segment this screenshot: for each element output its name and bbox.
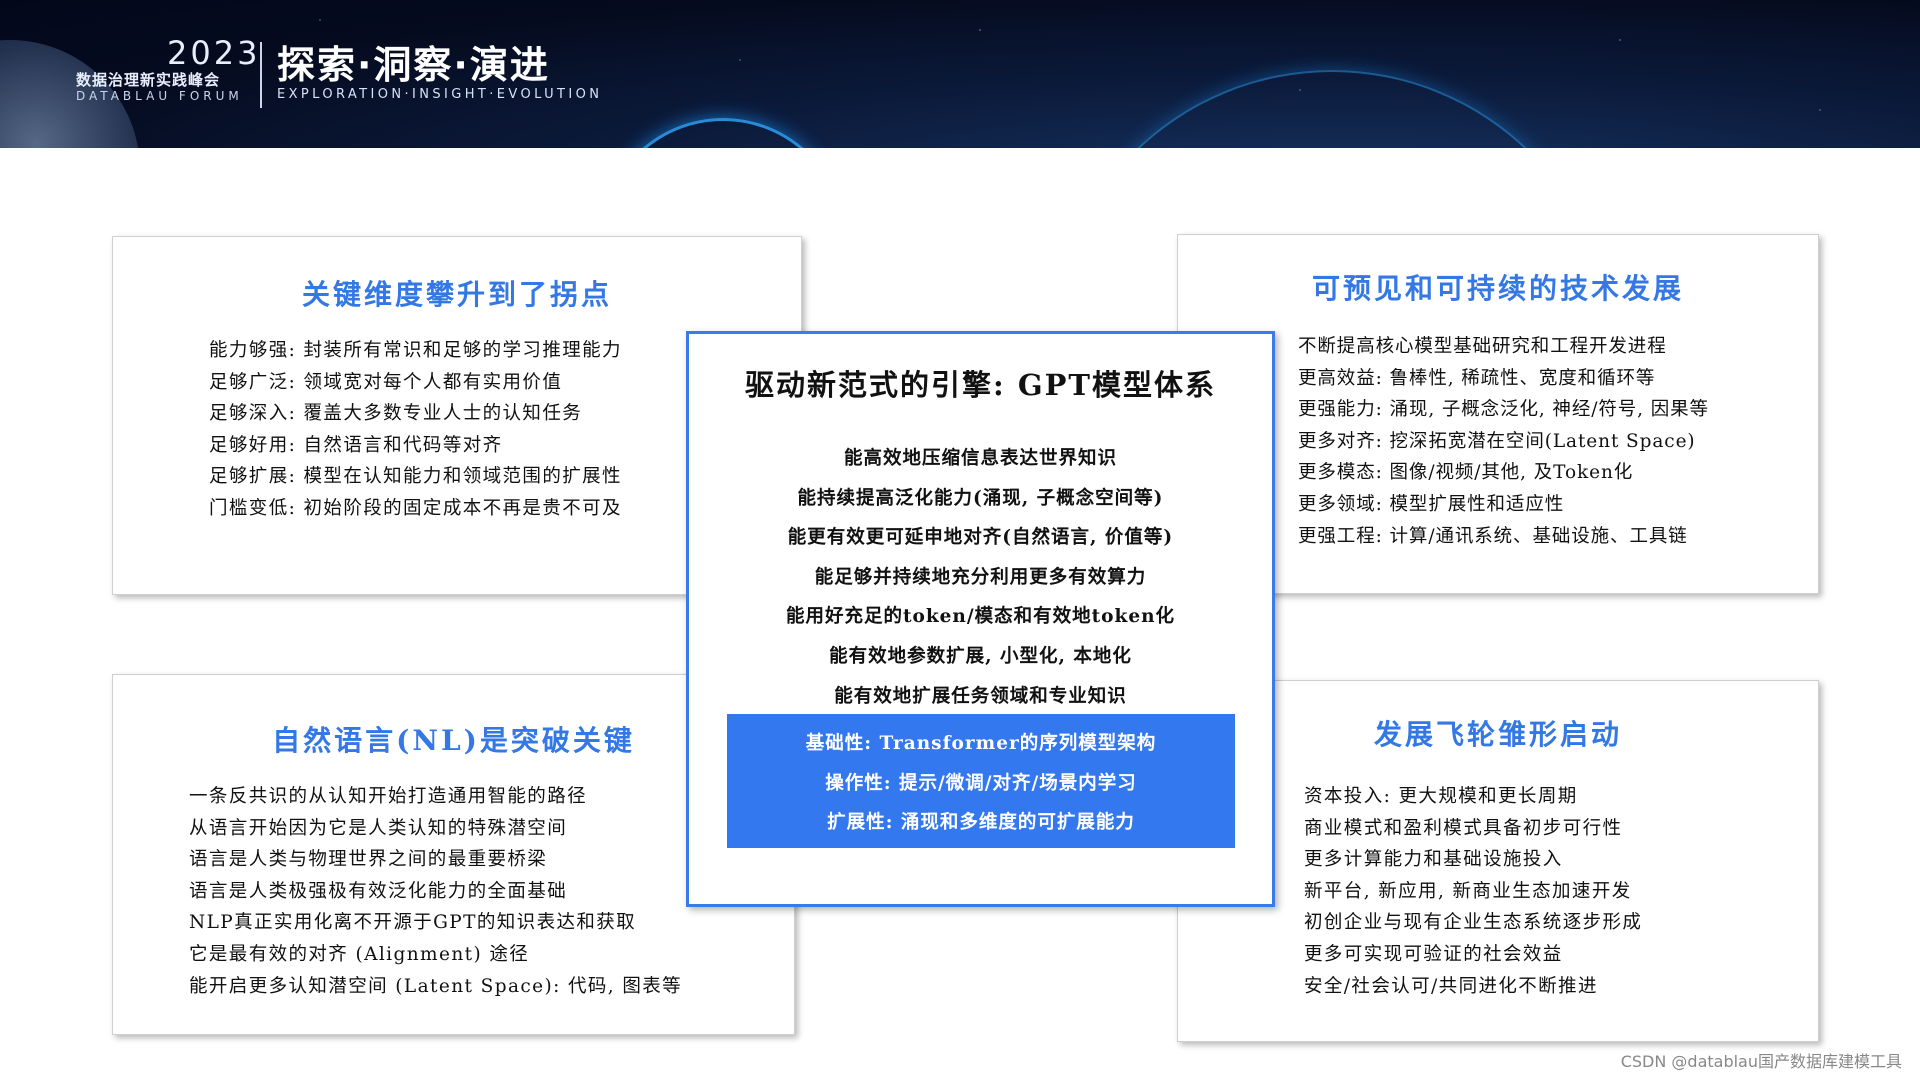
capability-item: 能足够并持续地充分利用更多有效算力 bbox=[814, 566, 1147, 588]
list-item: 安全/社会认可/共同进化不断推进 bbox=[1304, 975, 1598, 997]
list-item: 资本投入: 更大规模和更长周期 bbox=[1304, 786, 1578, 807]
card-list: 能力够强: 封装所有常识和足够的学习推理能力 足够广泛: 领域宽对每个人都有实用… bbox=[209, 335, 622, 525]
list-item: 更强能力: 涌现, 子概念泛化, 神经/符号, 因果等 bbox=[1298, 399, 1709, 421]
card-list: 资本投入: 更大规模和更长周期 商业模式和盈利模式具备初步可行性 更多计算能力和… bbox=[1304, 781, 1642, 1002]
list-item: 语言是人类与物理世界之间的最重要桥梁 bbox=[189, 849, 548, 871]
list-item: 能开启更多认知潜空间 (Latent Space): 代码, 图表等 bbox=[189, 975, 683, 997]
capability-item: 能有效地参数扩展, 小型化, 本地化 bbox=[829, 645, 1132, 667]
watermark: CSDN @datablau国产数据库建模工具 bbox=[1620, 1052, 1902, 1071]
card-gpt-engine: 驱动新范式的引擎: GPT模型体系 能高效地压缩信息表达世界知识 能持续提高泛化… bbox=[686, 331, 1275, 907]
list-item: 更多可实现可验证的社会效益 bbox=[1304, 943, 1563, 965]
list-item: 更多模态: 图像/视频/其他, 及Token化 bbox=[1298, 462, 1634, 484]
card-list: 不断提高核心模型基础研究和工程开发进程 更高效益: 鲁棒性, 稀疏性、宽度和循环… bbox=[1298, 331, 1709, 552]
header-divider bbox=[260, 42, 262, 108]
list-item: 更多计算能力和基础设施投入 bbox=[1304, 849, 1563, 871]
event-year: 2023 bbox=[167, 34, 261, 72]
card-title: 关键维度攀升到了拐点 bbox=[301, 278, 612, 311]
list-item: 它是最有效的对齐 (Alignment) 途径 bbox=[189, 943, 530, 965]
list-item: 更高效益: 鲁棒性, 稀疏性、宽度和循环等 bbox=[1298, 367, 1656, 389]
highlight-box: 基础性: Transformer的序列模型架构 操作性: 提示/微调/对齐/场景… bbox=[727, 714, 1235, 848]
card-list: 一条反共识的从认知开始打造通用智能的路径 从语言开始因为它是人类认知的特殊潜空间… bbox=[189, 781, 682, 1002]
capability-item: 能用好充足的token/模态和有效地token化 bbox=[785, 606, 1176, 628]
list-item: 一条反共识的从认知开始打造通用智能的路径 bbox=[189, 786, 588, 807]
capability-item: 能高效地压缩信息表达世界知识 bbox=[843, 448, 1117, 469]
list-item: 足够广泛: 领域宽对每个人都有实用价值 bbox=[209, 371, 563, 393]
list-item: 商业模式和盈利模式具备初步可行性 bbox=[1304, 817, 1623, 839]
theme-title-en: EXPLORATION·INSIGHT·EVOLUTION bbox=[277, 87, 603, 102]
list-item: 足够好用: 自然语言和代码等对齐 bbox=[209, 434, 503, 456]
capability-item: 能更有效更可延申地对齐(自然语言, 价值等) bbox=[787, 527, 1174, 549]
highlight-item: 操作性: 提示/微调/对齐/场景内学习 bbox=[825, 772, 1137, 794]
list-item: 能力够强: 封装所有常识和足够的学习推理能力 bbox=[209, 340, 622, 361]
capability-item: 能持续提高泛化能力(涌现, 子概念空间等) bbox=[797, 487, 1164, 509]
capability-list: 能高效地压缩信息表达世界知识 能持续提高泛化能力(涌现, 子概念空间等) 能更有… bbox=[689, 439, 1272, 716]
forum-name-cn: 数据治理新实践峰会 bbox=[76, 71, 221, 89]
list-item: 初创企业与现有企业生态系统逐步形成 bbox=[1304, 912, 1643, 934]
list-item: 从语言开始因为它是人类认知的特殊潜空间 bbox=[189, 817, 568, 839]
list-item: 语言是人类极强极有效泛化能力的全面基础 bbox=[189, 880, 568, 902]
header-banner: 2023 数据治理新实践峰会 DATABLAU FORUM 探索·洞察·演进 E… bbox=[0, 0, 1920, 148]
list-item: 更多对齐: 挖深拓宽潜在空间(Latent Space) bbox=[1298, 430, 1696, 452]
highlight-list: 基础性: Transformer的序列模型架构 操作性: 提示/微调/对齐/场景… bbox=[727, 724, 1235, 843]
forum-name-en: DATABLAU FORUM bbox=[76, 89, 243, 103]
highlight-item: 扩展性: 涌现和多维度的可扩展能力 bbox=[827, 812, 1135, 833]
list-item: 不断提高核心模型基础研究和工程开发进程 bbox=[1298, 336, 1667, 357]
list-item: NLP真正实用化离不开源于GPT的知识表达和获取 bbox=[189, 912, 637, 934]
capability-item: 能有效地扩展任务领域和专业知识 bbox=[834, 685, 1127, 707]
card-title: 可预见和可持续的技术发展 bbox=[1311, 272, 1684, 305]
list-item: 足够深入: 覆盖大多数专业人士的认知任务 bbox=[209, 403, 583, 425]
list-item: 门槛变低: 初始阶段的固定成本不再是贵不可及 bbox=[209, 497, 622, 519]
list-item: 更多领域: 模型扩展性和适应性 bbox=[1298, 493, 1565, 515]
list-item: 新平台, 新应用, 新商业生态加速开发 bbox=[1304, 880, 1632, 902]
list-item: 更强工程: 计算/通讯系统、基础设施、工具链 bbox=[1298, 525, 1688, 547]
theme-title-cn: 探索·洞察·演进 bbox=[277, 43, 550, 87]
list-item: 足够扩展: 模型在认知能力和领域范围的扩展性 bbox=[209, 466, 622, 488]
highlight-item: 基础性: Transformer的序列模型架构 bbox=[805, 733, 1157, 754]
center-title: 驱动新范式的引擎: GPT模型体系 bbox=[745, 368, 1216, 402]
